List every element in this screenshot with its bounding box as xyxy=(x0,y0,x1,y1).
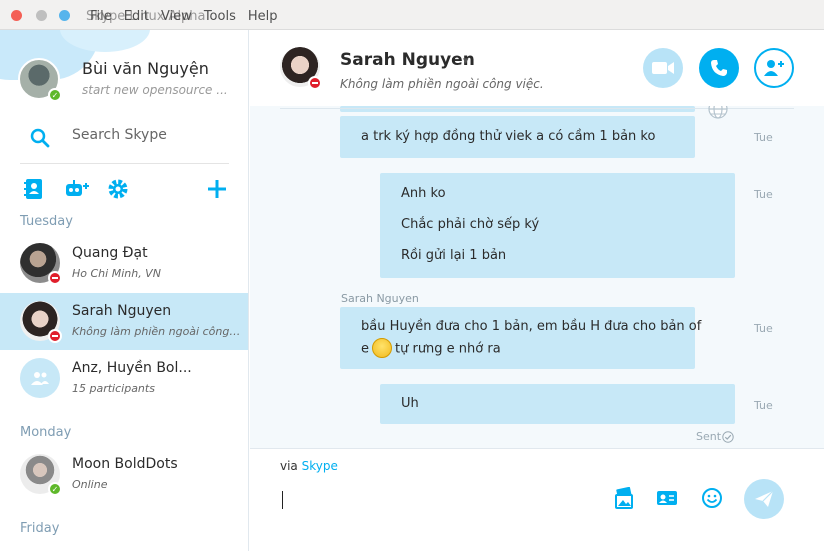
via-skype-link[interactable]: Skype xyxy=(302,459,338,473)
contact-name: Sarah Nguyen xyxy=(72,303,172,319)
contact-subtitle: Ho Chi Minh, VN xyxy=(72,267,161,280)
message-text: Uh xyxy=(401,396,419,411)
contact-item-sarah-nguyen[interactable]: Sarah Nguyen Không làm phiền ngoài công … xyxy=(0,293,248,350)
phone-icon xyxy=(711,60,727,76)
dnd-status-icon xyxy=(308,76,322,90)
menu-edit[interactable]: Edit xyxy=(124,9,149,24)
message-text: bầu Huyền đưa cho 1 bản, em bầu H đưa ch… xyxy=(361,319,702,334)
via-text: via xyxy=(280,459,298,473)
search-bar[interactable] xyxy=(20,120,229,164)
globe-translate-icon[interactable] xyxy=(708,106,728,119)
message-bubble[interactable]: Anh ko Chắc phải chờ sếp ký Rồi gửi lại … xyxy=(380,173,735,278)
message-timestamp: Tue xyxy=(754,188,773,201)
contact-subtitle: Online xyxy=(72,478,108,491)
message-text: Rồi gửi lại 1 bản xyxy=(401,248,507,263)
menu-view[interactable]: View xyxy=(161,9,192,24)
chat-contact-name[interactable]: Sarah Nguyen xyxy=(340,50,475,70)
chevron-down-icon[interactable]: ▾ xyxy=(463,54,469,67)
window-maximize-button[interactable] xyxy=(59,10,70,21)
menu-file[interactable]: File xyxy=(90,9,112,24)
sidebar: ✓ Bùi văn Nguyện start new opensource ..… xyxy=(0,30,249,551)
search-input[interactable] xyxy=(72,127,222,143)
settings-gear-icon[interactable] xyxy=(107,178,129,200)
online-status-icon: ✓ xyxy=(48,482,62,496)
window-minimize-button[interactable] xyxy=(36,10,47,21)
smiley-emoji-icon xyxy=(372,338,392,358)
message-sender-name: Sarah Nguyen xyxy=(341,292,419,305)
menu-bar: File Edit View Tools Help xyxy=(90,9,289,24)
dnd-status-icon xyxy=(48,329,62,343)
message-text: tự rưng e nhớ ra xyxy=(395,341,501,357)
sent-status: Sent xyxy=(696,430,722,443)
contact-item-moon-bolddots[interactable]: ✓ Moon BoldDots Online xyxy=(0,446,248,503)
via-label: via Skype xyxy=(280,459,338,473)
new-conversation-plus-icon[interactable] xyxy=(206,178,228,200)
text-caret xyxy=(282,491,283,509)
title-bar: Skype Linux Alpha File Edit View Tools Help xyxy=(0,0,824,30)
my-mood-message[interactable]: start new opensource ... xyxy=(82,83,232,97)
window-close-button[interactable] xyxy=(11,10,22,21)
contact-subtitle: Không làm phiền ngoài công ... xyxy=(72,325,242,338)
message-bubble[interactable]: bầu Huyền đưa cho 1 bản, em bầu H đưa ch… xyxy=(340,307,701,369)
send-message-button[interactable] xyxy=(744,479,784,519)
section-label-monday: Monday xyxy=(20,425,72,440)
section-label-friday: Friday xyxy=(20,521,60,536)
message-text: Chắc phải chờ sếp ký xyxy=(401,217,540,232)
message-text: e xyxy=(361,341,369,357)
online-status-icon: ✓ xyxy=(48,88,62,102)
message-text: a trk ký hợp đồng thử viek a có cầm 1 bả… xyxy=(361,129,656,144)
chat-contact-mood: Không làm phiền ngoài công việc. xyxy=(340,77,544,91)
message-bubble xyxy=(340,106,695,112)
group-people-icon xyxy=(31,372,49,385)
add-person-icon xyxy=(764,60,784,76)
my-display-name[interactable]: Bùi văn Nguyện xyxy=(82,59,209,78)
video-call-button[interactable] xyxy=(643,48,683,88)
add-participant-button[interactable] xyxy=(754,48,794,88)
contact-item-group-anz[interactable]: Anz, Huyền Bol... 15 participants xyxy=(0,350,248,407)
message-bubble[interactable]: Uh xyxy=(380,384,735,424)
contact-name: Moon BoldDots xyxy=(72,456,178,472)
send-paper-plane-icon xyxy=(755,490,774,507)
message-composer: via Skype xyxy=(250,448,824,551)
section-label-tuesday: Tuesday xyxy=(20,214,73,229)
menu-help[interactable]: Help xyxy=(248,9,278,24)
message-text-line: e tự rưng e nhớ ra xyxy=(361,338,501,359)
send-contact-card-icon[interactable] xyxy=(656,487,678,509)
contact-subtitle: 15 participants xyxy=(72,382,155,395)
contact-item-quang-dat[interactable]: Quang Đạt Ho Chi Minh, VN xyxy=(0,235,248,292)
send-image-icon[interactable] xyxy=(613,487,635,509)
add-bot-icon[interactable] xyxy=(64,178,90,200)
message-text: Anh ko xyxy=(401,186,446,201)
message-timestamp: Tue xyxy=(754,399,773,412)
message-timestamp: Tue xyxy=(754,322,773,335)
contact-name: Quang Đạt xyxy=(72,245,148,261)
message-bubble[interactable]: a trk ký hợp đồng thử viek a có cầm 1 bả… xyxy=(340,116,695,158)
emoticon-smiley-icon[interactable] xyxy=(701,487,723,509)
sent-check-icon xyxy=(722,431,734,443)
contact-name: Anz, Huyền Bol... xyxy=(72,360,192,376)
dnd-status-icon xyxy=(48,271,62,285)
video-camera-icon xyxy=(652,62,674,74)
message-input[interactable] xyxy=(280,489,600,511)
contacts-book-icon[interactable] xyxy=(23,178,45,200)
chat-header: Sarah Nguyen ▾ Không làm phiền ngoài côn… xyxy=(250,30,824,106)
search-icon xyxy=(30,128,50,148)
menu-tools[interactable]: Tools xyxy=(204,9,236,24)
message-list[interactable]: a trk ký hợp đồng thử viek a có cầm 1 bả… xyxy=(250,106,824,448)
audio-call-button[interactable] xyxy=(699,48,739,88)
message-timestamp: Tue xyxy=(754,131,773,144)
group-avatar xyxy=(20,358,60,398)
